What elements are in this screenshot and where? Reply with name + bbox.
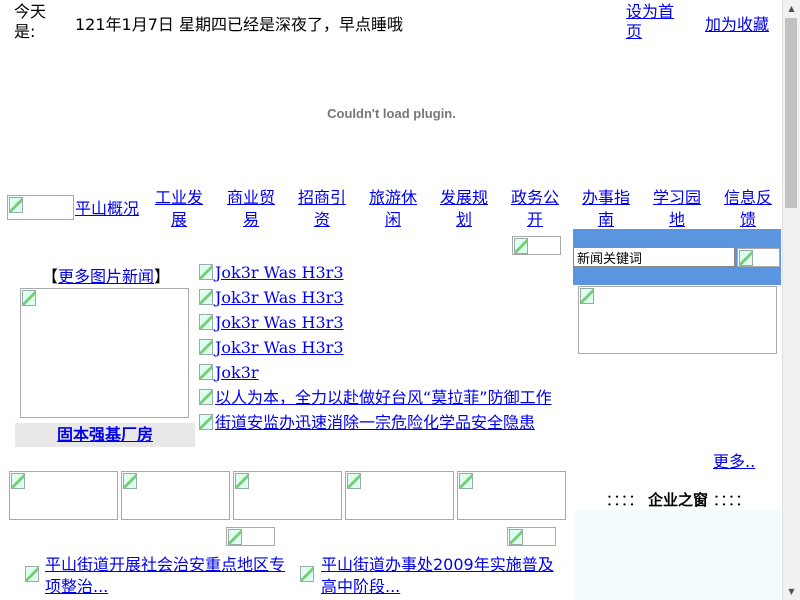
nav-item-guide[interactable]: 办事指南 [579, 187, 633, 231]
scroll-down-arrow-icon[interactable]: ▼ [783, 583, 800, 600]
add-favorite-link[interactable]: 加为收藏 [705, 11, 769, 35]
broken-image-icon [228, 529, 242, 545]
plugin-error-message: Couldn't load plugin. [327, 106, 456, 121]
news-list: Jok3r Was H3r3 Jok3r Was H3r3 Jok3r Was … [199, 260, 552, 435]
nav-logo-image [7, 195, 74, 220]
nav-item-learning[interactable]: 学习园地 [650, 187, 704, 231]
news-link[interactable]: Jok3r Was H3r3 [199, 260, 552, 285]
dots-left: ：：：： [605, 491, 644, 509]
bottom-news-icon-left [25, 566, 39, 582]
nav-item-investment[interactable]: 招商引资 [295, 187, 349, 231]
news-item-icon [199, 264, 213, 280]
nav-item-feedback[interactable]: 信息反馈 [721, 187, 775, 231]
enterprise-title: 企业之窗 [647, 491, 708, 509]
news-title: Jok3r Was H3r3 [215, 313, 344, 332]
more-photo-news-link[interactable]: 更多图片新闻 [58, 267, 154, 286]
nav-item-government[interactable]: 政务公开 [508, 187, 562, 231]
broken-image-icon [22, 290, 36, 306]
bracket-open: 【 [42, 267, 59, 286]
broken-image-icon [123, 473, 137, 489]
date-text: 121年1月7日 星期四 [75, 15, 227, 34]
bottom-news-icon-right [300, 566, 314, 582]
news-item-icon [199, 364, 213, 380]
nav-item-industry[interactable]: 工业发展 [152, 187, 206, 231]
news-item-icon [199, 339, 213, 355]
today-label: 今天是: [14, 2, 47, 41]
news-title: Jok3r Was H3r3 [215, 288, 344, 307]
broken-image-icon [9, 197, 23, 213]
news-item-icon [199, 289, 213, 305]
nav-item-commerce[interactable]: 商业贸易 [224, 187, 278, 231]
broken-image-icon [347, 473, 361, 489]
nav-item-overview[interactable]: 平山概况 [75, 198, 139, 220]
greeting-text: 已经是深夜了，早点睡哦 [227, 15, 404, 34]
search-input[interactable] [573, 247, 735, 267]
enterprise-title-bar: ：：：： 企业之窗 ：：：： [578, 489, 778, 510]
news-title: 街道安监办迅速消除一宗危险化学品安全隐患 [215, 413, 536, 432]
vertical-scrollbar[interactable]: ▲ ▼ [782, 0, 800, 600]
section-header-image-right [507, 527, 556, 546]
more-photo-news-header: 【更多图片新闻】 [42, 263, 170, 287]
photo-news-image[interactable] [20, 288, 189, 418]
news-item-icon [199, 389, 213, 405]
broken-image-icon [235, 473, 249, 489]
news-item-icon [199, 414, 213, 430]
broken-image-icon [514, 238, 528, 254]
news-link[interactable]: 街道安监办迅速消除一宗危险化学品安全隐患 [199, 410, 552, 435]
news-link[interactable]: Jok3r Was H3r3 [199, 335, 552, 360]
news-title: Jok3r Was H3r3 [215, 338, 344, 357]
broken-image-icon [459, 473, 473, 489]
set-home-link[interactable]: 设为首页 [626, 2, 680, 42]
news-title: Jok3r [215, 363, 259, 382]
nav-item-tourism[interactable]: 旅游休闲 [366, 187, 420, 231]
photo-news-caption: 固本强基厂房 [15, 423, 195, 447]
news-title: Jok3r Was H3r3 [215, 263, 344, 282]
news-link[interactable]: Jok3r Was H3r3 [199, 285, 552, 310]
scroll-up-arrow-icon[interactable]: ▲ [783, 0, 800, 17]
nav-item-planning[interactable]: 发展规划 [437, 187, 491, 231]
bottom-news-left-link[interactable]: 平山街道开展社会治安重点地区专项整治... [45, 554, 285, 598]
news-more-link[interactable]: 更多.. [713, 448, 755, 472]
broken-image-icon [509, 529, 523, 545]
gallery-image-2[interactable] [121, 471, 230, 520]
dots-right: ：：：： [712, 491, 751, 509]
news-link[interactable]: 以人为本，全力以赴做好台风“莫拉菲”防御工作 [199, 385, 552, 410]
broken-image-icon [580, 288, 594, 304]
news-link[interactable]: Jok3r [199, 360, 552, 385]
gallery-image-5[interactable] [457, 471, 566, 520]
enterprise-panel [574, 510, 781, 600]
news-item-icon [199, 314, 213, 330]
news-link[interactable]: Jok3r Was H3r3 [199, 310, 552, 335]
gallery-image-4[interactable] [345, 471, 454, 520]
side-banner-image [578, 286, 777, 354]
gallery-image-3[interactable] [233, 471, 342, 520]
bottom-news-right-link[interactable]: 平山街道办事处2009年实施普及高中阶段... [321, 554, 561, 598]
photo-news-caption-link[interactable]: 固本强基厂房 [57, 425, 153, 444]
search-button[interactable] [737, 248, 780, 267]
section-header-image-left [226, 527, 275, 546]
broken-image-icon [11, 473, 25, 489]
scrollbar-thumb[interactable] [785, 18, 797, 208]
news-title: 以人为本，全力以赴做好台风“莫拉菲”防御工作 [215, 388, 552, 407]
gallery-image-1[interactable] [9, 471, 118, 520]
title-image [512, 236, 561, 255]
bracket-close: 】 [154, 267, 171, 286]
search-icon [739, 250, 753, 266]
